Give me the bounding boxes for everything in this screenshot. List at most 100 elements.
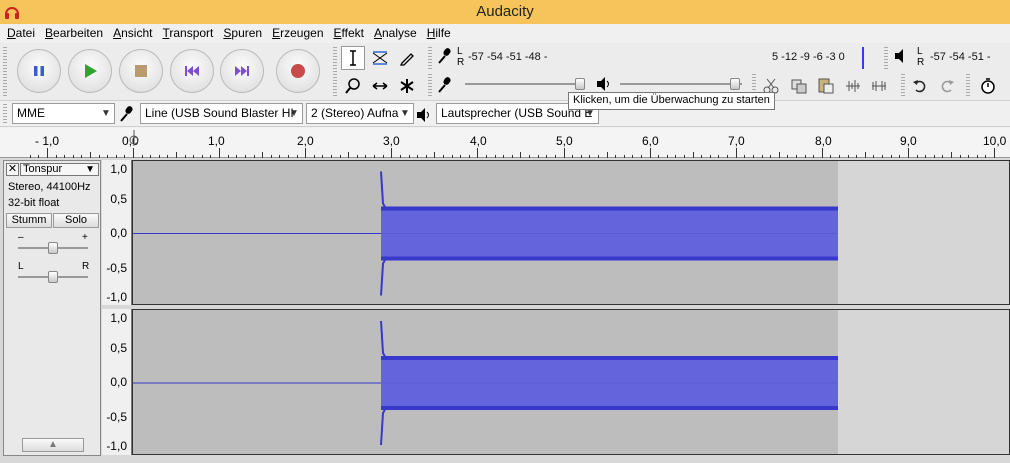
- input-channels-select[interactable]: 2 (Stereo) Aufna ▼: [306, 103, 414, 124]
- mixer-toolbar-grip[interactable]: [428, 74, 432, 96]
- chevron-down-icon: ▼: [85, 164, 95, 175]
- ruler-ticks: [0, 128, 1010, 158]
- skip-to-start-button[interactable]: [170, 49, 214, 93]
- stop-button[interactable]: [119, 49, 163, 93]
- close-track-button[interactable]: ✕: [6, 163, 19, 176]
- history-toolbar-grip[interactable]: [901, 74, 905, 96]
- pause-button[interactable]: [17, 49, 61, 93]
- waveform-left-channel[interactable]: [132, 160, 1010, 305]
- ruler-tick: [219, 148, 221, 158]
- vruler-label: 0,5: [110, 341, 127, 355]
- trim-audio-button[interactable]: [842, 75, 864, 97]
- vertical-ruler-left-channel[interactable]: 1,0 0,5 0,0 -0,5 -1,0: [102, 160, 132, 305]
- menu-transport[interactable]: Transport: [158, 25, 219, 42]
- collapse-track-button[interactable]: ▲: [22, 438, 84, 452]
- draw-tool-button[interactable]: [395, 46, 419, 70]
- paste-icon: [818, 78, 834, 94]
- vruler-label: -0,5: [106, 410, 127, 424]
- undo-icon: [913, 80, 926, 93]
- window-title: Audacity: [476, 3, 534, 20]
- selection-tool-button[interactable]: [341, 46, 365, 70]
- record-button[interactable]: [276, 49, 320, 93]
- slider-thumb[interactable]: [730, 78, 740, 90]
- playback-meter-button[interactable]: [893, 47, 913, 69]
- speaker-icon: [895, 49, 903, 63]
- menu-hilfe[interactable]: Hilfe: [423, 25, 457, 42]
- ruler-tick: [391, 148, 393, 158]
- menu-datei[interactable]: Datei: [3, 25, 41, 42]
- menu-analyse[interactable]: Analyse: [370, 25, 423, 42]
- audio-host-select[interactable]: MME ▼: [12, 103, 115, 124]
- playback-meter-scale[interactable]: -57 -54 -51 -: [930, 51, 991, 63]
- transport-toolbar-grip[interactable]: [3, 47, 7, 97]
- gain-slider[interactable]: [18, 241, 88, 255]
- record-meter-scale[interactable]: -57 -54 -51 -48 -: [468, 51, 547, 63]
- track-name: Tonspur: [23, 163, 63, 175]
- meter-channel-label: L: [457, 46, 463, 57]
- track-format: Stereo, 44100Hz: [8, 181, 91, 193]
- record-meter-button[interactable]: [437, 47, 457, 69]
- region-marker-icon: [129, 130, 139, 146]
- tools-toolbar-grip[interactable]: [333, 47, 337, 97]
- envelope-icon: [372, 51, 388, 65]
- play-region-start-marker[interactable]: [128, 130, 140, 146]
- toolbar-area: L R -57 -54 -51 -48 - 5 -12 -9 -6 -3 0 K…: [0, 43, 1010, 110]
- solo-button[interactable]: Solo: [53, 213, 99, 228]
- timeline-ruler[interactable]: - 1,0 0,0 1,0 2,0 3,0 4,0 5,0 6,0 7,0 8,…: [0, 128, 1010, 158]
- menu-ansicht[interactable]: Ansicht: [109, 25, 158, 42]
- undo-button[interactable]: [909, 75, 931, 97]
- device-toolbar-grip[interactable]: [3, 104, 7, 124]
- playback-volume-slider[interactable]: [620, 77, 742, 91]
- track-menu-button[interactable]: Tonspur ▼: [20, 163, 99, 176]
- timer-record-button[interactable]: [977, 75, 999, 97]
- playback-meter-grip[interactable]: [884, 47, 888, 69]
- envelope-tool-button[interactable]: [368, 46, 392, 70]
- silence-icon: [872, 81, 886, 91]
- multi-tool-button[interactable]: [395, 74, 419, 98]
- silence-audio-button[interactable]: [868, 75, 890, 97]
- waveform-right-channel[interactable]: [132, 309, 1010, 455]
- title-bar: Audacity: [0, 0, 1010, 24]
- track-bit-depth: 32-bit float: [8, 197, 60, 209]
- timer-toolbar-grip[interactable]: [966, 74, 970, 96]
- time-shift-tool-button[interactable]: [368, 74, 392, 98]
- menu-effekt[interactable]: Effekt: [330, 25, 370, 42]
- skip-to-end-button[interactable]: [220, 49, 264, 93]
- ruler-tick: [563, 148, 565, 158]
- mute-button[interactable]: Stumm: [6, 213, 52, 228]
- input-device-select[interactable]: Line (USB Sound Blaster HI ▼: [140, 103, 303, 124]
- menu-erzeugen[interactable]: Erzeugen: [268, 25, 329, 42]
- meter-channel-label: L: [917, 46, 923, 57]
- slider-thumb[interactable]: [48, 271, 58, 283]
- slider-thumb[interactable]: [575, 78, 585, 90]
- recording-volume-button[interactable]: [437, 76, 453, 97]
- magnifier-icon: [345, 78, 360, 94]
- redo-button[interactable]: [936, 75, 958, 97]
- ruler-tick: [46, 148, 48, 158]
- menu-spuren[interactable]: Spuren: [219, 25, 268, 42]
- play-button[interactable]: [68, 49, 112, 93]
- recording-volume-slider[interactable]: [465, 77, 585, 91]
- pan-slider[interactable]: [18, 270, 88, 284]
- track-control-panel: ✕ Tonspur ▼ Stereo, 44100Hz 32-bit float…: [3, 160, 101, 456]
- double-arrow-icon: [372, 82, 388, 90]
- input-device-icon: [119, 105, 135, 126]
- paste-button[interactable]: [815, 75, 837, 97]
- copy-button[interactable]: [788, 75, 810, 97]
- menu-bearbeiten[interactable]: Bearbeiten: [41, 25, 109, 42]
- record-meter-grip[interactable]: [428, 47, 432, 69]
- zoom-tool-button[interactable]: [341, 74, 365, 98]
- triangle-up-icon: ▲: [48, 439, 58, 450]
- slider-thumb[interactable]: [48, 242, 58, 254]
- speaker-icon: [417, 108, 429, 122]
- record-meter-scale-right[interactable]: 5 -12 -9 -6 -3 0: [772, 51, 845, 63]
- ruler-tick: [735, 148, 737, 158]
- vruler-label: -0,5: [106, 261, 127, 275]
- ruler-tick: [994, 148, 995, 158]
- vruler-label: -1,0: [106, 439, 127, 453]
- track-area: ✕ Tonspur ▼ Stereo, 44100Hz 32-bit float…: [0, 158, 1010, 463]
- device-toolbar: MME ▼ Line (USB Sound Blaster HI ▼ 2 (St…: [0, 101, 1010, 127]
- vertical-ruler-right-channel[interactable]: 1,0 0,5 0,0 -0,5 -1,0: [102, 309, 132, 455]
- vruler-label: 0,0: [110, 226, 127, 240]
- play-icon: [85, 64, 97, 78]
